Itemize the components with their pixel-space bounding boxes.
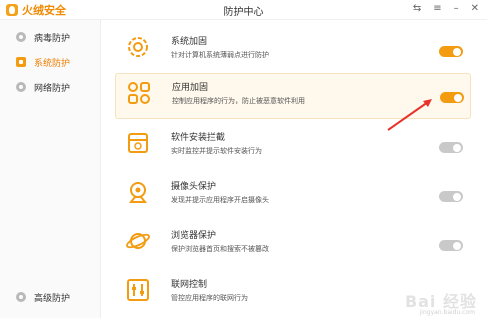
sidebar-item-label: 网络防护 xyxy=(34,83,71,94)
close-button[interactable]: ✕ xyxy=(471,3,479,14)
feature-name: 应用加固 xyxy=(172,83,209,93)
feature-list: 系统加固 针对计算机系统薄弱点进行防护 应用加固 控制应用程序的行为，防止被恶意… xyxy=(101,20,487,318)
feature-desc: 针对计算机系统薄弱点进行防护 xyxy=(171,51,269,59)
feature-name: 联网控制 xyxy=(171,280,208,290)
shield-icon xyxy=(16,32,26,42)
sidebar-item-system-protection[interactable]: 系统防护 xyxy=(0,51,100,73)
camera-icon xyxy=(128,182,148,203)
watermark-sub: jingyan.baidu.com xyxy=(419,309,475,316)
sidebar-item-advanced-protection[interactable]: 高级防护 xyxy=(0,286,100,308)
toggle-knob xyxy=(453,192,461,201)
toggle-knob xyxy=(453,143,461,152)
feature-name: 摄像头保护 xyxy=(171,182,217,192)
title-bar: 火绒安全 防护中心 ⇆ ≡ – ✕ xyxy=(0,0,487,20)
annotation-arrow-icon xyxy=(387,99,432,131)
window-controls: ⇆ ≡ – ✕ xyxy=(413,3,479,14)
feature-name: 系统加固 xyxy=(171,37,208,47)
toggle-knob xyxy=(453,241,461,250)
feature-desc: 实时监控并提示软件安装行为 xyxy=(171,147,262,155)
package-icon xyxy=(128,133,148,153)
switch-icon[interactable]: ⇆ xyxy=(413,3,421,14)
toggle-knob xyxy=(453,47,461,56)
feature-row-system-hardening: 系统加固 针对计算机系统薄弱点进行防护 xyxy=(115,28,469,72)
gear-shield-icon xyxy=(128,37,148,57)
feature-row-browser-protection: 浏览器保护 保护浏览器首页和搜索不被篡改 xyxy=(115,222,469,266)
sidebar-item-label: 高级防护 xyxy=(34,293,71,304)
feature-desc: 控制应用程序的行为，防止被恶意软件利用 xyxy=(172,97,305,105)
planet-icon xyxy=(126,233,150,249)
menu-icon[interactable]: ≡ xyxy=(433,3,441,14)
toggle-install-block[interactable] xyxy=(439,142,463,153)
sidebar-item-network-protection[interactable]: 网络防护 xyxy=(0,76,100,98)
feature-name: 软件安装拦截 xyxy=(171,133,226,143)
toggle-knob xyxy=(454,93,462,102)
feature-desc: 管控应用程序的联网行为 xyxy=(171,294,248,302)
sidebar-item-label: 系统防护 xyxy=(34,58,71,69)
toggle-system-hardening[interactable] xyxy=(439,46,463,57)
minimize-button[interactable]: – xyxy=(454,3,459,14)
feature-desc: 保护浏览器首页和搜索不被篡改 xyxy=(171,245,269,253)
app-grid-icon xyxy=(128,82,150,104)
sidebar-item-label: 病毒防护 xyxy=(34,33,71,44)
feature-row-camera-protection: 摄像头保护 发现并提示应用程序开启摄像头 xyxy=(115,173,469,217)
sidebar: 病毒防护 系统防护 网络防护 高级防护 xyxy=(0,20,101,318)
toggle-browser-protection[interactable] xyxy=(439,240,463,251)
sidebar-item-virus-protection[interactable]: 病毒防护 xyxy=(0,26,100,48)
system-icon xyxy=(16,57,26,67)
toggle-camera-protection[interactable] xyxy=(439,191,463,202)
network-icon xyxy=(16,82,26,92)
advanced-icon xyxy=(16,292,26,302)
feature-name: 浏览器保护 xyxy=(171,231,217,241)
toggle-app-hardening[interactable] xyxy=(440,92,464,103)
feature-desc: 发现并提示应用程序开启摄像头 xyxy=(171,196,269,204)
sliders-icon xyxy=(127,279,149,301)
